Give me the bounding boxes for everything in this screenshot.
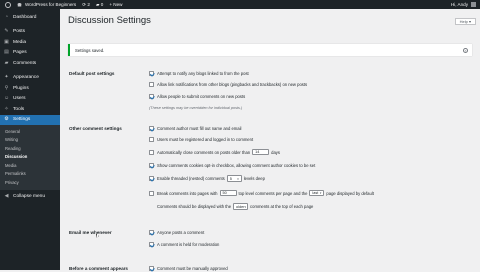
paging-checkbox[interactable] (149, 190, 154, 196)
default-page-select[interactable]: last ▾ (309, 189, 325, 197)
sidebar-item-users[interactable]: ☺ Users (0, 94, 60, 105)
cookies-optin-option: Show comments cookies opt-in checkbox, a… (149, 162, 315, 169)
admin-sidebar: ◔ Dashboard ✎ Posts ▣ Media ▤ Pages ▰ Comment… (0, 9, 60, 270)
sidebar-item-pages[interactable]: ▤ Pages (0, 48, 60, 59)
site-name-link[interactable]: WordPress for Beginners (14, 0, 79, 9)
sidebar-item-media[interactable]: ▣ Media (0, 37, 60, 48)
settings-saved-notice: Settings saved. × (68, 44, 472, 56)
comment-order-option: Comments should be displayed with the old… (157, 203, 314, 210)
section-label-before-appears: Before a comment appears (69, 266, 128, 271)
chevron-down-icon: ▾ (237, 176, 239, 181)
updates-link[interactable]: ⟳ 2 (79, 0, 93, 9)
submenu-general[interactable]: General (0, 127, 60, 136)
collapse-menu-button[interactable]: ◀ Collapse menu (0, 192, 60, 203)
media-icon: ▣ (4, 38, 9, 45)
auto-close-option: Automatically close comments on posts ol… (149, 148, 280, 156)
comments-per-page-input[interactable]: 50 (219, 189, 237, 197)
settings-icon: ⚙ (4, 116, 9, 123)
anyone-posts-option: Anyone posts a comment (149, 229, 204, 236)
manual-approval-checkbox[interactable] (149, 266, 154, 271)
submenu-permalinks[interactable]: Permalinks (0, 170, 60, 179)
dismiss-icon[interactable]: × (463, 47, 468, 53)
users-icon: ☺ (4, 95, 10, 102)
allow-comments-option: Allow people to submit comments on new p… (149, 93, 245, 100)
help-tab[interactable]: Help ▾ (454, 18, 476, 25)
sidebar-item-dashboard[interactable]: ◔ Dashboard (0, 12, 60, 23)
auto-close-checkbox[interactable] (149, 149, 154, 155)
sidebar-item-settings[interactable]: ⚙ Settings (0, 114, 60, 125)
held-moderation-checkbox[interactable] (149, 241, 154, 247)
pages-icon: ▤ (4, 49, 9, 56)
threaded-comments-option: Enable threaded (nested) comments 5 ▾ level… (149, 175, 265, 182)
pingbacks-option: Allow link notifications from other blog… (149, 81, 307, 88)
registered-users-checkbox[interactable] (149, 137, 154, 142)
thread-depth-select[interactable]: 5 ▾ (226, 175, 242, 182)
submenu-writing[interactable]: Writing (0, 136, 60, 145)
author-name-email-checkbox[interactable] (149, 126, 154, 131)
appearance-icon: ✦ (4, 74, 9, 81)
submenu-discussion[interactable]: Discussion (0, 153, 60, 162)
comments-link[interactable]: ▰ 0 (93, 0, 106, 9)
author-name-email-option: Comment author must fill out name and em… (149, 125, 242, 132)
sidebar-item-comments[interactable]: ▰ Comments (0, 58, 60, 69)
home-icon (17, 2, 22, 7)
allow-comments-checkbox[interactable] (149, 93, 154, 99)
new-content-link[interactable]: + New (106, 0, 125, 9)
dashboard-icon: ◔ (4, 13, 9, 20)
chevron-down-icon: ▾ (244, 204, 246, 209)
registered-users-option: Users must be registered and logged in t… (149, 136, 253, 143)
sidebar-item-posts[interactable]: ✎ Posts (0, 27, 60, 38)
avatar (471, 2, 476, 7)
settings-submenu: General Writing Reading Discussion Media… (0, 125, 60, 190)
main-content: Discussion Settings Help ▾ Settings save… (60, 9, 480, 272)
posts-icon: ✎ (4, 28, 9, 35)
submenu-media[interactable]: Media (0, 161, 60, 170)
paging-option: Break comments into pages with 50 top leve… (149, 189, 374, 197)
account-menu[interactable]: Hi, Andy (448, 0, 480, 9)
submenu-reading[interactable]: Reading (0, 144, 60, 153)
pingbacks-checkbox[interactable] (149, 82, 154, 87)
threaded-comments-checkbox[interactable] (149, 176, 154, 181)
plugins-icon: ⚲ (4, 84, 9, 91)
collapse-arrow-icon: ◀ (4, 193, 9, 200)
cookies-optin-checkbox[interactable] (149, 163, 154, 168)
section-label-other-comment: Other comment settings (69, 126, 122, 131)
section-label-default-post: Default post settings (69, 71, 115, 76)
override-hint: (These settings may be overridden for in… (149, 105, 243, 110)
notify-blogs-option: Attempt to notify any blogs linked to fr… (149, 70, 249, 77)
sidebar-item-tools[interactable]: ✧ Tools (0, 104, 60, 115)
page-title: Discussion Settings (68, 15, 151, 26)
held-moderation-option: A comment is held for moderation (149, 241, 219, 248)
comment-order-select[interactable]: older ▾ (233, 203, 249, 210)
anyone-posts-checkbox[interactable] (149, 230, 154, 235)
sidebar-item-appearance[interactable]: ✦ Appearance (0, 73, 60, 84)
wordpress-logo-icon[interactable] (0, 0, 14, 9)
tools-icon: ✧ (4, 105, 9, 112)
manual-approval-option: Comment must be manually approved (149, 265, 228, 272)
chevron-down-icon: ▾ (319, 191, 322, 195)
submenu-privacy[interactable]: Privacy (0, 178, 60, 187)
close-days-input[interactable]: 14 (252, 148, 270, 156)
notify-blogs-checkbox[interactable] (149, 71, 154, 76)
admin-bar: WordPress for Beginners ⟳ 2 ▰ 0 + New Hi… (0, 0, 480, 9)
comments-icon: ▰ (4, 59, 9, 66)
sidebar-item-plugins[interactable]: ⚲ Plugins (0, 83, 60, 94)
section-label-email-me: Email me whenever (69, 230, 112, 235)
notice-text: Settings saved. (75, 47, 105, 53)
